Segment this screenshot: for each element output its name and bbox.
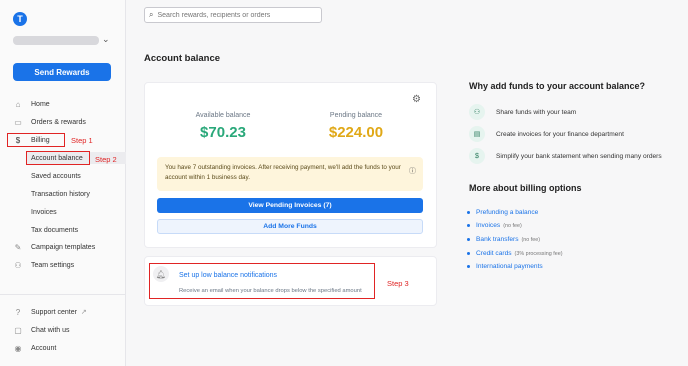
user-icon: ◉ [14, 343, 22, 353]
step1-highlight [7, 133, 65, 147]
search-input[interactable] [157, 11, 308, 19]
sidebar-sub-tax-documents[interactable]: Tax documents [31, 224, 78, 236]
chat-icon: ▢ [14, 325, 22, 335]
dollar-icon: $ [469, 148, 485, 164]
step2-label: Step 2 [95, 155, 117, 164]
view-pending-invoices-button[interactable]: View Pending Invoices (7) [157, 198, 423, 213]
sidebar-item-home[interactable]: ⌂ Home [0, 97, 50, 111]
sidebar-sub-transaction-history[interactable]: Transaction history [31, 188, 90, 200]
sidebar-item-support-center[interactable]: ? Support center ↗ [0, 305, 87, 319]
account-name-blurred[interactable] [13, 36, 99, 45]
option-prefunding[interactable]: Prefunding a balance [467, 209, 538, 216]
home-icon: ⌂ [15, 99, 21, 109]
document-icon: ▤ [469, 126, 485, 142]
step2-highlight [26, 151, 90, 165]
available-balance-value: $70.23 [200, 124, 246, 141]
team-icon: ⚇ [469, 104, 485, 120]
step3-label: Step 3 [387, 279, 409, 288]
send-rewards-button[interactable]: Send Rewards [13, 63, 111, 81]
chevron-down-icon[interactable]: ⌄ [102, 34, 110, 45]
option-invoices[interactable]: Invoices (no fee) [467, 222, 522, 229]
option-credit-cards[interactable]: Credit cards (3% processing fee) [467, 250, 563, 257]
pending-balance-label: Pending balance [329, 112, 383, 119]
option-bank-transfers[interactable]: Bank transfers (no fee) [467, 236, 540, 243]
help-icon: ? [15, 307, 21, 317]
page-title: Account balance [144, 53, 221, 64]
available-balance-label: Available balance [195, 112, 251, 119]
reason-share-funds: ⚇ Share funds with your team [469, 104, 576, 120]
why-add-funds-title: Why add funds to your account balance? [469, 81, 646, 91]
team-icon: ⚇ [14, 260, 22, 270]
sidebar-item-account[interactable]: ◉ Account [0, 341, 57, 355]
info-icon[interactable]: ⓘ [409, 166, 416, 176]
app-logo[interactable]: T [13, 12, 27, 26]
option-international-payments[interactable]: International payments [467, 263, 543, 270]
sidebar-item-team-settings[interactable]: ⚇ Team settings [0, 258, 74, 272]
card-icon: ▭ [14, 117, 22, 127]
external-link-icon: ↗ [80, 309, 87, 316]
sidebar-item-chat[interactable]: ▢ Chat with us [0, 323, 69, 337]
add-more-funds-button[interactable]: Add More Funds [157, 219, 423, 234]
sidebar: T ⌄ Send Rewards ⌂ Home ▭ Orders & rewards… [0, 0, 126, 366]
template-icon: ✎ [14, 242, 22, 252]
sidebar-sub-invoices[interactable]: Invoices [31, 206, 57, 218]
step1-label: Step 1 [71, 136, 93, 145]
sidebar-divider [0, 294, 126, 295]
more-billing-title: More about billing options [469, 183, 582, 193]
reason-simplify-statement: $ Simplify your bank statement when sendi… [469, 148, 662, 164]
sidebar-item-orders[interactable]: ▭ Orders & rewards [0, 115, 86, 129]
pending-balance-value: $224.00 [328, 124, 384, 141]
outstanding-invoices-notice: You have 7 outstanding invoices. After r… [157, 157, 423, 191]
gear-icon[interactable]: ⚙ [412, 94, 421, 105]
sidebar-sub-saved-accounts[interactable]: Saved accounts [31, 170, 81, 182]
search-bar[interactable]: ⌕ [144, 7, 322, 23]
reason-create-invoices: ▤ Create invoices for your finance depart… [469, 126, 624, 142]
step3-highlight [149, 263, 375, 299]
sidebar-item-campaign-templates[interactable]: ✎ Campaign templates [0, 240, 96, 254]
search-icon: ⌕ [149, 10, 154, 19]
